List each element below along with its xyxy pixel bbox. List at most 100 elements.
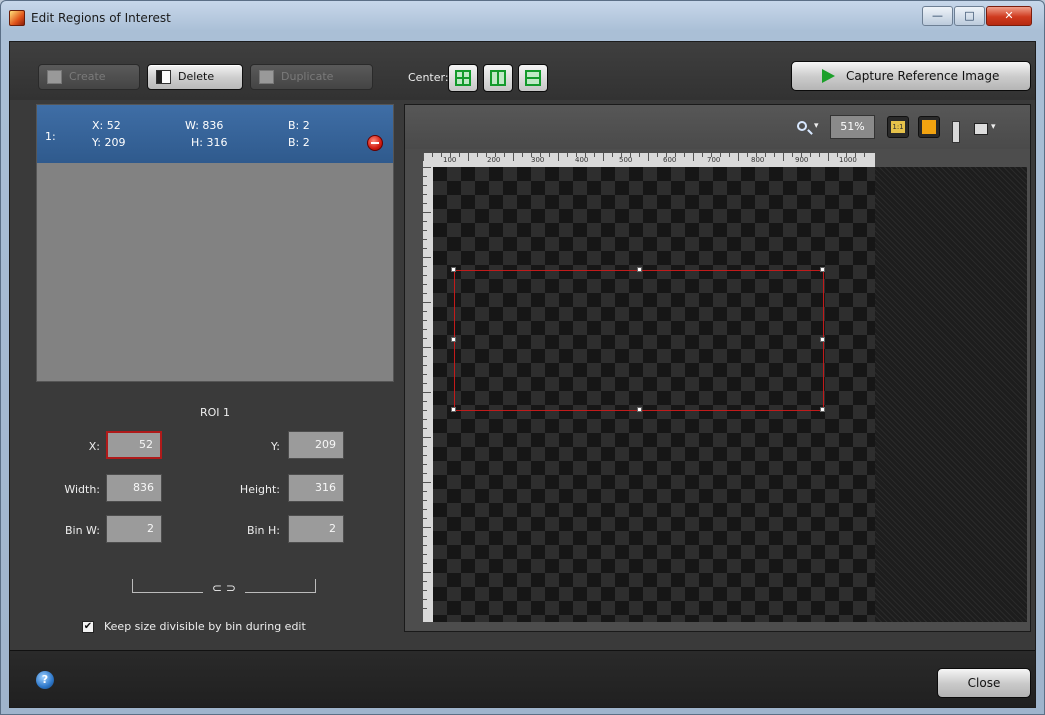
app-icon — [9, 10, 25, 26]
ruler-tick — [747, 153, 748, 157]
fit-to-window-button[interactable] — [918, 116, 940, 138]
ruler-tick — [432, 153, 433, 157]
ruler-tick — [423, 599, 427, 600]
ruler-label: 900 — [795, 156, 809, 164]
bin-w-field[interactable]: 2 — [106, 515, 162, 543]
ruler-tick — [423, 572, 431, 573]
resize-handle[interactable] — [637, 267, 642, 272]
toolbar: Create Delete Duplicate Center: Capture … — [10, 42, 1035, 100]
ruler-label: 100 — [443, 156, 457, 164]
ruler-tick — [828, 153, 829, 161]
ruler-tick — [639, 153, 640, 157]
ruler-tick — [774, 153, 775, 157]
title-bar[interactable]: Edit Regions of Interest — □ ✕ — [1, 1, 1044, 41]
ruler-label: 300 — [531, 156, 545, 164]
bin-h-label: Bin H: — [246, 524, 280, 537]
width-field[interactable]: 836 — [106, 474, 162, 502]
ruler-tick — [783, 153, 784, 161]
keep-divisible-checkbox[interactable]: ✔ — [82, 621, 94, 633]
zoom-dropdown-arrow[interactable]: ▾ — [814, 121, 819, 131]
x-field[interactable]: 52 — [106, 431, 162, 459]
ruler-tick — [423, 491, 427, 492]
resize-handle[interactable] — [820, 407, 825, 412]
view-options-arrow[interactable]: ▾ — [991, 122, 996, 132]
actual-size-icon: 1:1 — [891, 121, 905, 133]
ruler-tick — [423, 365, 427, 366]
ruler-tick — [423, 212, 431, 213]
height-field[interactable]: 316 — [288, 474, 344, 502]
ruler-tick — [549, 153, 550, 157]
center-horizontal-button[interactable] — [483, 64, 513, 92]
center-both-button[interactable] — [448, 64, 478, 92]
capture-reference-image-button[interactable]: Capture Reference Image — [791, 61, 1031, 91]
capture-label: Capture Reference Image — [846, 69, 1000, 83]
ruler-tick — [504, 153, 505, 157]
x-label: X: — [88, 440, 100, 453]
ruler-label: 800 — [751, 156, 765, 164]
ruler-tick — [819, 153, 820, 157]
roi-rectangle[interactable] — [451, 267, 825, 412]
actual-size-button[interactable]: 1:1 — [887, 116, 909, 138]
ruler-tick — [702, 153, 703, 157]
resize-handle[interactable] — [637, 407, 642, 412]
ruler-tick — [765, 153, 766, 157]
ruler-tick — [648, 153, 649, 161]
ruler-tick — [423, 320, 427, 321]
roi-index: 1: — [45, 130, 56, 143]
ruler-tick — [423, 446, 427, 447]
ruler-tick — [684, 153, 685, 157]
zoom-icon[interactable] — [797, 121, 807, 131]
ruler-tick — [423, 347, 431, 348]
close-button[interactable]: Close — [937, 668, 1031, 698]
ruler-tick — [423, 338, 427, 339]
view-options-icon[interactable] — [974, 123, 988, 135]
create-button[interactable]: Create — [38, 64, 140, 90]
resize-handle[interactable] — [820, 267, 825, 272]
bin-w-label: Bin W: — [64, 524, 100, 537]
ruler-tick — [612, 153, 613, 157]
delete-button[interactable]: Delete — [147, 64, 243, 90]
remove-roi-icon[interactable] — [367, 135, 383, 151]
create-icon — [47, 70, 62, 84]
zoom-level[interactable]: 51% — [830, 115, 875, 139]
ruler-tick — [423, 419, 427, 420]
minimize-button[interactable]: — — [922, 6, 953, 26]
roi-x: X: 52 — [92, 119, 121, 132]
link-icon[interactable]: ⊂ ⊃ — [203, 579, 245, 597]
ruler-label: 500 — [619, 156, 633, 164]
ruler-tick — [423, 302, 431, 303]
ruler-tick — [423, 590, 427, 591]
ruler-label: 1000 — [839, 156, 857, 164]
edit-roi-window: Edit Regions of Interest — □ ✕ Create De… — [0, 0, 1045, 715]
outside-sensor-area — [875, 167, 1027, 622]
delete-icon — [156, 70, 171, 84]
ruler-tick — [657, 153, 658, 157]
duplicate-button[interactable]: Duplicate — [250, 64, 373, 90]
resize-handle[interactable] — [451, 407, 456, 412]
resize-handle[interactable] — [451, 337, 456, 342]
ruler-tick — [423, 266, 427, 267]
center-vertical-button[interactable] — [518, 64, 548, 92]
ruler-tick — [423, 176, 427, 177]
dialog-client: Create Delete Duplicate Center: Capture … — [9, 41, 1036, 708]
window-close-button[interactable]: ✕ — [986, 6, 1032, 26]
resize-handle[interactable] — [451, 267, 456, 272]
ruler-tick — [423, 482, 431, 483]
maximize-button[interactable]: □ — [954, 6, 985, 26]
ruler-tick — [594, 153, 595, 157]
y-label: Y: — [271, 440, 280, 453]
ruler-tick — [810, 153, 811, 157]
help-icon[interactable]: ? — [36, 671, 54, 689]
zoom-slider[interactable] — [952, 121, 960, 143]
ruler-tick — [423, 311, 427, 312]
y-field[interactable]: 209 — [288, 431, 344, 459]
roi-w: W: 836 — [185, 119, 224, 132]
ruler-tick — [477, 153, 478, 157]
list-item[interactable]: 1: X: 52 Y: 209 W: 836 H: 316 B: 2 B: 2 — [37, 105, 393, 163]
roi-h: H: 316 — [191, 136, 228, 149]
resize-handle[interactable] — [820, 337, 825, 342]
image-canvas[interactable] — [433, 167, 1027, 622]
bin-h-field[interactable]: 2 — [288, 515, 344, 543]
ruler-tick — [423, 374, 427, 375]
footer-bar: ? Close — [10, 650, 1035, 707]
